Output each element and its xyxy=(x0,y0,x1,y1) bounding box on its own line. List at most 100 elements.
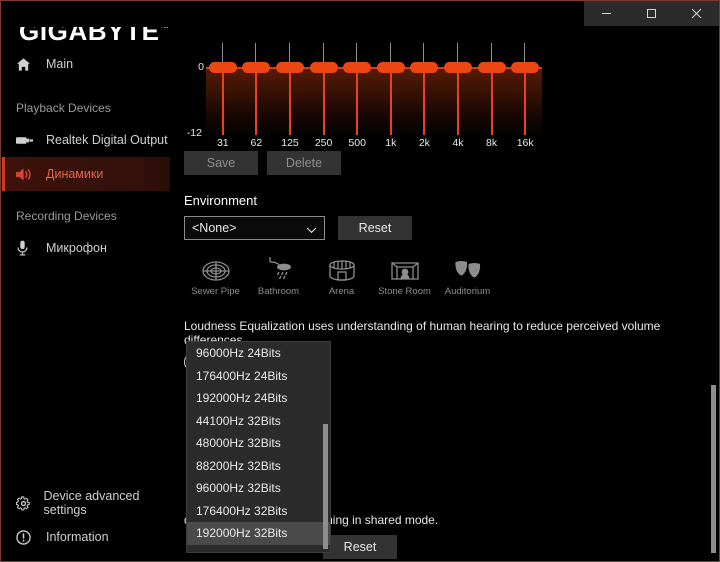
dropdown-option[interactable]: 192000Hz 24Bits xyxy=(187,387,330,410)
equalizer-band-level xyxy=(289,67,291,135)
equalizer-frequency-label: 250 xyxy=(314,137,333,149)
sidebar-bottom-section: Device advanced settings Information xyxy=(2,486,170,554)
sidebar-item-mikrofon[interactable]: Микрофон xyxy=(2,231,170,265)
equalizer-band-level xyxy=(524,67,527,135)
equalizer-band-handle[interactable] xyxy=(477,62,506,73)
equalizer-band-level xyxy=(389,67,392,135)
equalizer-band-handle[interactable] xyxy=(309,62,338,73)
environment-preset-bathroom[interactable]: Bathroom xyxy=(247,254,310,297)
sidebar-group-recording: Recording Devices xyxy=(16,209,117,223)
sidebar-item-label: Main xyxy=(46,57,74,71)
dropdown-option[interactable]: 96000Hz 32Bits xyxy=(187,477,330,500)
equalizer-frequency-label: 2k xyxy=(418,137,430,149)
sidebar: GIGABYTE™ Main Playback Devices Realtek … xyxy=(2,2,170,561)
equalizer-plot xyxy=(206,43,542,135)
environment-preset-label: Auditorium xyxy=(444,286,491,297)
environment-preset-label: Stone Room xyxy=(378,286,431,297)
environment-preset-auditorium[interactable]: Auditorium xyxy=(436,254,499,297)
equalizer-y-bottom-label: -12 xyxy=(186,127,202,139)
info-icon xyxy=(16,528,38,546)
equalizer-button-row: Save Delete xyxy=(184,151,705,175)
equalizer-band-level xyxy=(457,67,459,135)
sidebar-item-information[interactable]: Information xyxy=(2,520,170,554)
environment-reset-button[interactable]: Reset xyxy=(338,216,412,240)
environment-preset-arena[interactable]: Arena xyxy=(310,254,373,297)
equalizer-band-level xyxy=(255,67,258,135)
equalizer-frequency-label: 62 xyxy=(250,137,263,149)
equalizer-y-top-label: 0 xyxy=(198,61,204,73)
gigabyte-audio-window: GIGABYTE™ Main Playback Devices Realtek … xyxy=(0,0,720,562)
chevron-down-icon xyxy=(306,223,317,237)
environment-preset-label: Bathroom xyxy=(257,286,300,297)
equalizer-band-handle[interactable] xyxy=(410,62,439,73)
environment-preset-sewer-pipe[interactable]: Sewer Pipe xyxy=(184,254,247,297)
stone-room-icon xyxy=(390,254,419,282)
equalizer-frequency-label: 8k xyxy=(486,137,498,149)
main-scrollbar[interactable] xyxy=(710,27,717,561)
dropdown-option[interactable]: 88200Hz 32Bits xyxy=(187,455,330,478)
environment-row: <None> Reset xyxy=(184,216,705,240)
equalizer-band-level xyxy=(356,67,359,135)
maximize-button[interactable] xyxy=(629,1,674,26)
sidebar-item-device-advanced-settings[interactable]: Device advanced settings xyxy=(2,486,170,520)
equalizer-band-level xyxy=(490,67,493,135)
equalizer-band-handle[interactable] xyxy=(444,62,472,73)
equalizer-band-handle[interactable] xyxy=(208,62,237,73)
equalizer-band-level xyxy=(322,67,325,135)
default-format-option-list: 96000Hz 24Bits 176400Hz 24Bits 192000Hz 24… xyxy=(187,342,330,545)
equalizer: 0 -12 31 62 125 250 500 1k 2k 4k 8k 16k xyxy=(184,35,544,149)
equalizer-band-handle[interactable] xyxy=(343,62,372,73)
equalizer-band-level xyxy=(221,67,224,135)
microphone-icon xyxy=(16,239,38,257)
dropdown-option[interactable]: 176400Hz 32Bits xyxy=(187,500,330,523)
environment-preset-label: Arena xyxy=(328,286,355,297)
sidebar-item-realtek-digital-output[interactable]: Realtek Digital Output xyxy=(2,123,170,157)
dropdown-scrollbar[interactable] xyxy=(323,342,328,552)
dropdown-option[interactable]: 96000Hz 24Bits xyxy=(187,342,330,365)
dropdown-option[interactable]: 192000Hz 32Bits xyxy=(187,522,330,545)
sidebar-item-main[interactable]: Main xyxy=(2,47,170,81)
default-format-dropdown[interactable]: 96000Hz 24Bits 176400Hz 24Bits 192000Hz 24… xyxy=(186,341,331,553)
equalizer-frequency-label: 4k xyxy=(452,137,464,149)
equalizer-band-handle[interactable] xyxy=(276,62,304,73)
environment-select-value: <None> xyxy=(192,221,237,235)
save-button[interactable]: Save xyxy=(184,151,258,175)
equalizer-band-handle[interactable] xyxy=(376,62,405,73)
spdif-icon xyxy=(16,131,38,149)
environment-preset-label: Sewer Pipe xyxy=(191,286,240,297)
speaker-icon xyxy=(16,165,38,183)
main-scrollbar-thumb[interactable] xyxy=(711,385,716,553)
sidebar-group-playback: Playback Devices xyxy=(16,101,111,115)
sidebar-item-label: Realtek Digital Output xyxy=(46,133,168,147)
equalizer-band-handle[interactable] xyxy=(242,62,271,73)
dropdown-option[interactable]: 44100Hz 32Bits xyxy=(187,410,330,433)
sidebar-item-dinamiki[interactable]: Динамики xyxy=(2,157,170,191)
default-format-reset-button[interactable]: Reset xyxy=(323,535,397,559)
title-bar xyxy=(1,1,719,27)
shower-icon xyxy=(265,254,293,282)
window-controls xyxy=(584,1,719,26)
equalizer-frequency-label: 31 xyxy=(216,137,229,149)
environment-select[interactable]: <None> xyxy=(184,216,325,240)
equalizer-band-handle[interactable] xyxy=(511,62,540,73)
dropdown-option[interactable]: 176400Hz 24Bits xyxy=(187,365,330,388)
equalizer-frequency-label: 1k xyxy=(385,137,397,149)
delete-button[interactable]: Delete xyxy=(267,151,341,175)
environment-presets: Sewer Pipe Bathroom Arena Stone Room Aud… xyxy=(184,254,705,297)
environment-preset-stone-room[interactable]: Stone Room xyxy=(373,254,436,297)
sidebar-item-label: Information xyxy=(46,530,109,544)
sidebar-item-label: Device advanced settings xyxy=(43,489,140,517)
equalizer-band-level xyxy=(423,67,426,135)
close-button[interactable] xyxy=(674,1,719,26)
minimize-button[interactable] xyxy=(584,1,629,26)
sewer-pipe-icon xyxy=(201,254,231,282)
environment-title: Environment xyxy=(184,193,257,208)
dropdown-option[interactable]: 48000Hz 32Bits xyxy=(187,432,330,455)
arena-icon xyxy=(328,254,356,282)
home-icon xyxy=(16,55,38,73)
equalizer-frequency-label: 500 xyxy=(348,137,366,149)
gear-icon xyxy=(16,494,36,512)
sidebar-item-label: Микрофон xyxy=(46,241,107,255)
theater-masks-icon xyxy=(453,254,483,282)
dropdown-scrollbar-thumb[interactable] xyxy=(323,424,328,549)
